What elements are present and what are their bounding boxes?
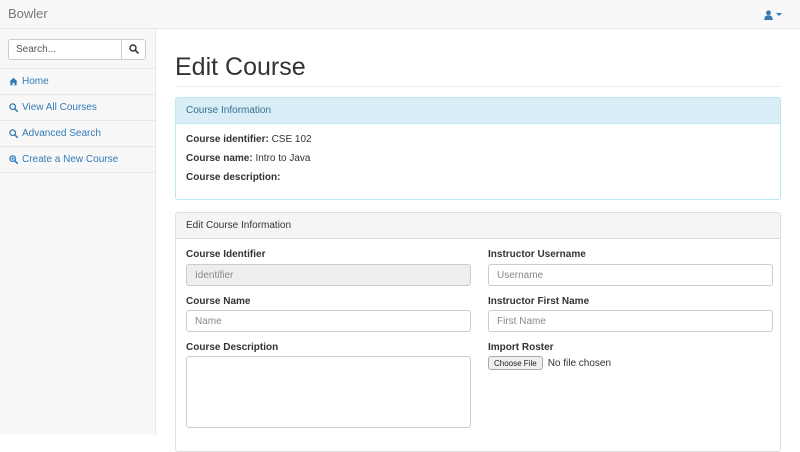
sidebar-item-label: View All Courses bbox=[22, 102, 97, 113]
edit-course-heading: Edit Course Information bbox=[176, 213, 780, 239]
course-identifier-line: Course identifier: CSE 102 bbox=[186, 134, 312, 145]
top-navbar: Bowler bbox=[0, 0, 800, 29]
edit-course-panel: Edit Course Information Course Identifie… bbox=[175, 212, 781, 452]
course-name-label: Course name: bbox=[186, 153, 253, 164]
sidebar-search bbox=[0, 29, 155, 69]
choose-file-button[interactable]: Choose File bbox=[488, 356, 543, 370]
sidebar-item-advanced-search[interactable]: Advanced Search bbox=[0, 121, 155, 147]
user-icon bbox=[764, 9, 773, 20]
course-info-heading: Course Information bbox=[176, 98, 780, 124]
import-roster-file-input: Choose File No file chosen bbox=[488, 356, 611, 370]
instructor-first-name-field-label: Instructor First Name bbox=[488, 296, 590, 307]
course-name-field-label: Course Name bbox=[186, 296, 251, 307]
search-input[interactable] bbox=[8, 39, 122, 60]
sidebar-item-label: Home bbox=[22, 76, 49, 87]
import-roster-field-label: Import Roster bbox=[488, 342, 554, 353]
course-info-panel: Course Information Course identifier: CS… bbox=[175, 97, 781, 200]
search-icon bbox=[9, 103, 18, 112]
sidebar-item-view-all-courses[interactable]: View All Courses bbox=[0, 95, 155, 121]
search-button[interactable] bbox=[121, 39, 146, 60]
course-name-input[interactable] bbox=[186, 310, 471, 332]
course-identifier-input[interactable] bbox=[186, 264, 471, 286]
brand-logo[interactable]: Bowler bbox=[8, 6, 48, 21]
search-icon bbox=[9, 129, 18, 138]
file-status-text: No file chosen bbox=[547, 357, 612, 369]
course-identifier-field-label: Course Identifier bbox=[186, 249, 266, 260]
course-identifier-label: Course identifier: bbox=[186, 134, 269, 145]
instructor-username-field-label: Instructor Username bbox=[488, 249, 586, 260]
course-identifier-value: CSE 102 bbox=[271, 134, 312, 145]
zoom-in-icon bbox=[9, 155, 18, 164]
instructor-first-name-input[interactable] bbox=[488, 310, 773, 332]
course-description-label: Course description: bbox=[186, 172, 281, 183]
title-divider bbox=[175, 86, 781, 87]
course-description-field-label: Course Description bbox=[186, 342, 279, 353]
course-name-value: Intro to Java bbox=[255, 153, 311, 164]
instructor-username-input[interactable] bbox=[488, 264, 773, 286]
search-icon bbox=[128, 42, 139, 57]
sidebar-item-label: Advanced Search bbox=[22, 128, 101, 139]
user-menu[interactable] bbox=[764, 9, 782, 20]
page-title: Edit Course bbox=[175, 53, 306, 81]
sidebar-item-home[interactable]: Home bbox=[0, 69, 155, 95]
course-description-line: Course description: bbox=[186, 172, 280, 183]
course-name-line: Course name: Intro to Java bbox=[186, 153, 311, 164]
sidebar-item-label: Create a New Course bbox=[22, 154, 119, 165]
sidebar: Home View All Courses Advanced Search bbox=[0, 29, 156, 435]
chevron-down-icon bbox=[776, 13, 782, 16]
sidebar-item-create-course[interactable]: Create a New Course bbox=[0, 147, 155, 173]
course-description-textarea[interactable] bbox=[186, 356, 471, 428]
home-icon bbox=[9, 77, 18, 86]
